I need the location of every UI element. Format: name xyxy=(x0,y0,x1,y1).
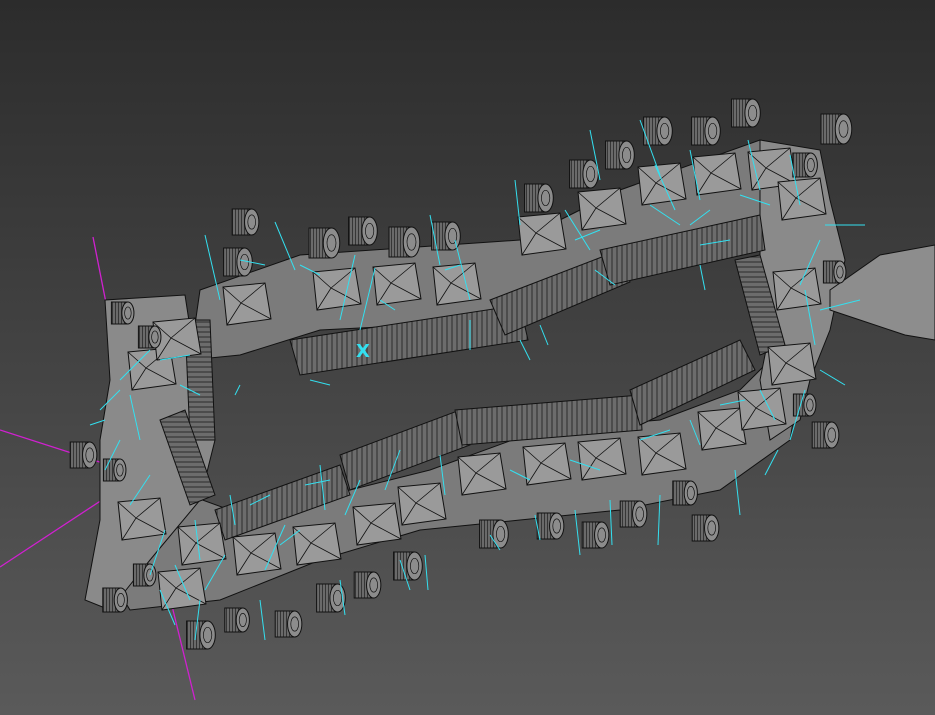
cylinder-cap xyxy=(792,393,817,417)
cylinder-cap xyxy=(102,458,127,482)
mesh-block xyxy=(312,267,362,311)
mesh-block xyxy=(777,177,827,221)
mesh-block xyxy=(772,267,822,311)
cylinder-cap xyxy=(186,620,216,650)
mesh-block xyxy=(697,407,747,451)
mesh-block xyxy=(457,452,507,496)
mesh-block xyxy=(432,262,482,306)
mesh-block xyxy=(177,522,227,566)
mesh-block xyxy=(292,522,342,566)
mesh-block xyxy=(577,187,627,231)
mesh-block xyxy=(397,482,447,526)
cylinder-cap xyxy=(274,610,303,638)
cylinder-cap xyxy=(102,587,128,613)
mesh-block xyxy=(372,262,422,306)
cylinder-cap xyxy=(792,152,818,178)
cylinder-cap xyxy=(388,226,421,258)
cylinder-cap xyxy=(348,216,378,246)
cylinder-cap xyxy=(731,98,761,128)
cylinder-cap xyxy=(224,607,250,633)
cylinder-cap xyxy=(110,301,135,325)
mesh-block xyxy=(767,342,817,386)
mesh-block xyxy=(232,532,282,576)
cylinder-cap xyxy=(69,441,98,469)
cylinder-cap xyxy=(811,421,840,449)
mesh-block xyxy=(692,152,742,196)
mesh-block xyxy=(222,282,272,326)
cylinder-cap xyxy=(822,260,847,284)
mesh-block xyxy=(522,442,572,486)
cylinder-cap xyxy=(137,325,162,349)
cylinder-cap xyxy=(524,183,554,213)
mesh-block xyxy=(352,502,402,546)
cylinder-cap xyxy=(820,113,853,145)
mesh-block xyxy=(637,162,687,206)
cylinder-cap xyxy=(691,514,720,542)
cylinder-cap xyxy=(691,116,721,146)
mesh-block xyxy=(517,212,567,256)
cylinder-cap xyxy=(672,480,698,506)
cylinder-cap xyxy=(479,519,509,549)
cylinder-cap xyxy=(581,521,610,549)
viewport-3d[interactable]: X xyxy=(0,0,935,715)
cylinder-cap xyxy=(353,571,382,599)
cylinder-cap xyxy=(619,500,648,528)
cylinder-cap xyxy=(231,208,260,236)
cylinder-cap xyxy=(605,140,635,170)
pivot-marker[interactable]: X xyxy=(356,343,370,361)
mesh-block xyxy=(157,567,207,611)
cylinder-cap xyxy=(569,159,599,189)
mesh-block xyxy=(117,497,167,541)
mesh-block xyxy=(577,437,627,481)
cylinder-cap xyxy=(308,227,341,259)
cylinder-cap xyxy=(393,551,423,581)
mesh-block xyxy=(637,432,687,476)
scene-canvas[interactable] xyxy=(0,0,935,715)
cylinder-cap xyxy=(536,512,565,540)
